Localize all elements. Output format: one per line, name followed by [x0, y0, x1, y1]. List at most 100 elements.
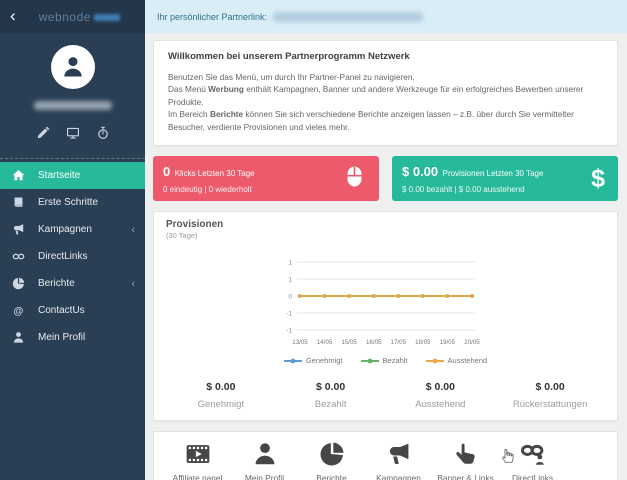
chart-title: Provisionen	[166, 219, 224, 231]
svg-text:15/05: 15/05	[341, 339, 357, 346]
svg-text:13/05: 13/05	[292, 339, 308, 346]
chain-icon	[520, 441, 546, 467]
home-icon	[12, 169, 25, 182]
sidebar-item-berichte[interactable]: Berichte ‹	[0, 270, 145, 297]
mega-icon	[12, 223, 25, 236]
profile-toolbar	[0, 126, 145, 140]
shortcut-banner-links[interactable]: Banner & Links	[432, 441, 499, 480]
stat-label: Provisionen Letzten 30 Tage	[442, 169, 544, 179]
partner-link-label: Ihr persönlicher Partnerlink:	[157, 11, 268, 22]
clicks-stat-card: 0 Klicks Letzten 30 Tage 0 eindeutig | 0 …	[153, 156, 379, 202]
summary-value: $ 0.00	[425, 381, 455, 394]
svg-text:14/05: 14/05	[316, 339, 332, 346]
sidebar-item-label: DirectLinks	[38, 251, 88, 262]
summary-value: $ 0.00	[206, 381, 236, 394]
svg-text:-1: -1	[286, 327, 292, 334]
monitor-button[interactable]	[66, 126, 80, 140]
svg-text:1: 1	[288, 276, 292, 283]
partner-link-bar: Ihr persönlicher Partnerlink:	[145, 0, 627, 33]
webnode-logo: webnode	[22, 10, 137, 24]
sidebar-item-mein-profil[interactable]: Mein Profil	[0, 324, 145, 351]
pie-icon	[319, 441, 345, 467]
sidebar-item-startseite[interactable]: Startseite	[0, 162, 145, 189]
sidebar-item-label: Startseite	[38, 170, 81, 181]
film-icon	[185, 441, 211, 467]
sidebar-item-label: ContactUs	[38, 305, 85, 316]
legend-marker-icon	[283, 358, 302, 364]
stat-value: $ 0.00	[402, 164, 439, 180]
person-icon	[252, 441, 278, 467]
summary-ausstehend: $ 0.00 Ausstehend	[386, 381, 496, 410]
svg-text:18/05: 18/05	[415, 339, 431, 346]
sidebar-item-label: Kampagnen	[38, 224, 92, 235]
stat-label: Klicks Letzten 30 Tage	[174, 169, 255, 179]
collapse-sidebar-button[interactable]: ‹	[8, 7, 22, 26]
legend-item-bezahlt[interactable]: Bezahlt	[360, 356, 408, 365]
chart-legend: Genehmigt Bezahlt Ausstehend	[166, 356, 605, 365]
legend-item-ausstehend[interactable]: Ausstehend	[425, 356, 487, 365]
sidebar-menu: Startseite Erste Schritte Kampagnen ‹ Direct…	[0, 162, 145, 351]
sidebar-item-label: Mein Profil	[38, 332, 86, 343]
stat-value: 0	[163, 164, 171, 180]
sidebar: ‹ webnode Startseite Erste Schritte Kampag…	[0, 0, 145, 480]
summary-label: Ausstehend	[415, 399, 466, 411]
summary-value: $ 0.00	[535, 381, 565, 394]
summary-label: Bezahlt	[314, 399, 347, 411]
sidebar-item-directlinks[interactable]: DirectLinks	[0, 243, 145, 270]
shortcuts-card: Affiliate panel tutorial video Mein Profi…	[153, 431, 618, 480]
commissions-line-chart: 1 1 0 -1 -1 13/05 14/05 15/05 16/05 17/05 18/05 19/…	[166, 252, 605, 354]
link-icon	[12, 250, 25, 263]
chevron-left-icon: ‹	[131, 223, 135, 236]
line-chart-svg: 110-1-113/05 14/05 15/05 16/05 17/05 18/05 19/…	[286, 259, 480, 346]
shortcut-label: Berichte	[316, 473, 347, 480]
monitor-icon	[66, 126, 80, 140]
legend-item-genehmigt[interactable]: Genehmigt	[283, 356, 343, 365]
shortcut-berichte[interactable]: Berichte	[298, 441, 365, 480]
welcome-line-3: Im Bereich Berichte können Sie sich vers…	[168, 109, 574, 132]
sidebar-divider	[0, 158, 145, 159]
legend-marker-icon	[360, 358, 379, 364]
stats-row: 0 Klicks Letzten 30 Tage 0 eindeutig | 0 …	[153, 156, 618, 202]
svg-text:20/05: 20/05	[464, 339, 480, 346]
watch-button[interactable]	[96, 126, 110, 140]
svg-text:16/05: 16/05	[365, 339, 381, 346]
dollar-icon: $	[591, 164, 605, 193]
main-content: Willkommen bei unserem Partnerprogramm N…	[145, 33, 627, 480]
person-icon	[12, 331, 25, 344]
pencil-button[interactable]	[36, 126, 50, 140]
mouse-icon	[347, 166, 362, 187]
shortcut-mein-profil[interactable]: Mein Profil	[231, 441, 298, 480]
summary-label: Rückerstattungen	[512, 399, 588, 411]
shortcut-label: Mein Profil	[244, 473, 285, 480]
summary-genehmigt: $ 0.00 Genehmigt	[166, 381, 276, 410]
welcome-title: Willkommen bei unserem Partnerprogramm N…	[168, 51, 410, 62]
avatar	[50, 45, 95, 89]
sidebar-item-kampagnen[interactable]: Kampagnen ‹	[0, 216, 145, 243]
at-icon	[12, 304, 25, 317]
svg-text:0: 0	[288, 293, 292, 300]
svg-text:17/05: 17/05	[390, 339, 406, 346]
summary-bezahlt: $ 0.00 Bezahlt	[276, 381, 386, 410]
book-icon	[12, 196, 25, 209]
partner-link-redacted[interactable]	[273, 11, 424, 22]
sidebar-item-label: Berichte	[38, 278, 75, 289]
commissions-chart-card: Provisionen (30 Tage) 1 1 0 -1 -1 13/05 14/05 1…	[153, 211, 618, 422]
shortcut-label: Affiliate panel tutorial video	[172, 473, 223, 480]
summary-r-ckerstattungen: $ 0.00 Rückerstattungen	[495, 381, 605, 410]
sidebar-item-label: Erste Schritte	[38, 197, 99, 208]
sidebar-item-contactus[interactable]: ContactUs	[0, 297, 145, 324]
watch-icon	[96, 126, 110, 140]
sidebar-profile	[0, 33, 145, 146]
shortcut-kampagnen[interactable]: Kampagnen	[365, 441, 432, 480]
shortcut-directlinks[interactable]: DirectLinks	[499, 441, 566, 480]
sidebar-item-erste-schritte[interactable]: Erste Schritte	[0, 189, 145, 216]
pencil-icon	[36, 126, 50, 140]
summary-row: $ 0.00 Genehmigt $ 0.00 Bezahlt $ 0.00 Ausste…	[166, 377, 605, 412]
person-icon	[61, 55, 85, 79]
summary-value: $ 0.00	[316, 381, 346, 394]
stat-subtext: $ 0.00 bezahlt | $ 0.00 ausstehend	[402, 185, 525, 195]
shortcut-label: Kampagnen	[376, 473, 421, 480]
summary-label: Genehmigt	[197, 399, 245, 411]
click-icon	[453, 441, 479, 467]
shortcut-affiliate-panel-tutorial-video[interactable]: Affiliate panel tutorial video	[164, 441, 231, 480]
